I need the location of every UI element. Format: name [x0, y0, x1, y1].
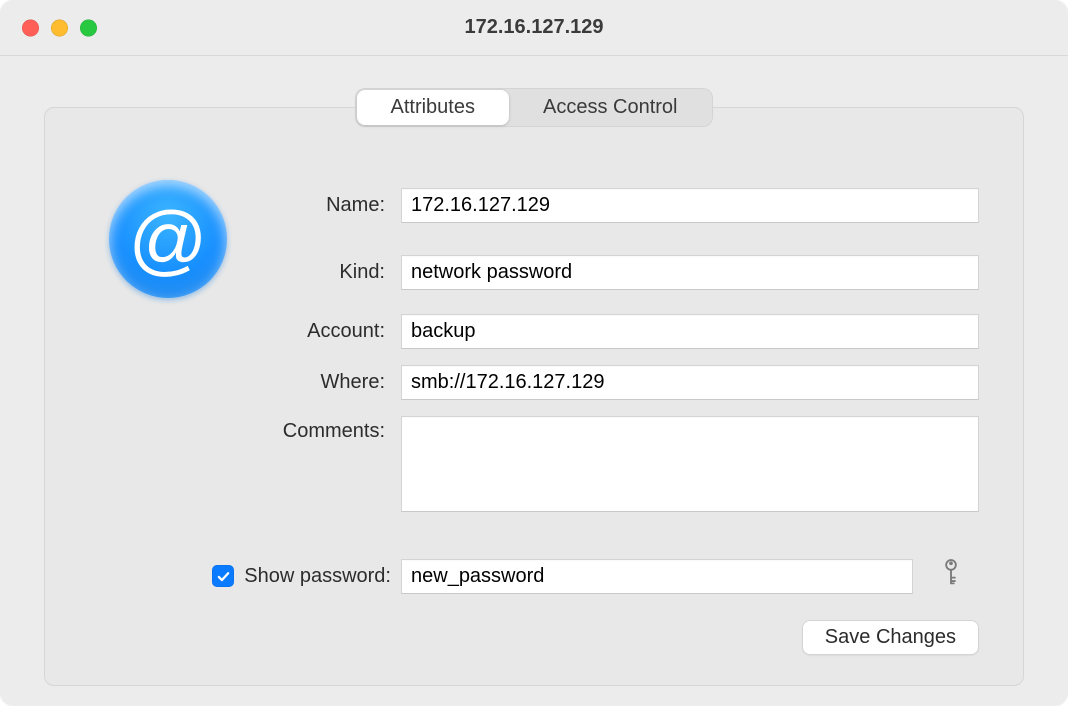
name-label: Name:: [326, 194, 385, 217]
close-window-button[interactable]: [22, 19, 39, 36]
tab-access-control[interactable]: Access Control: [509, 90, 712, 125]
account-label: Account:: [89, 320, 391, 343]
save-row: Save Changes: [89, 620, 979, 655]
where-label: Where:: [89, 371, 391, 394]
name-field[interactable]: [401, 188, 979, 223]
tab-attributes[interactable]: Attributes: [357, 90, 509, 125]
titlebar: 172.16.127.129: [0, 0, 1068, 56]
kind-field[interactable]: [401, 255, 979, 290]
form-grid: @ Name: Kind: Account:: [89, 180, 979, 594]
show-password-label: Show password:: [244, 565, 391, 588]
comments-field[interactable]: [401, 416, 979, 512]
tabbar: Attributes Access Control: [355, 88, 714, 127]
where-field[interactable]: [401, 365, 979, 400]
minimize-window-button[interactable]: [51, 19, 68, 36]
window-title: 172.16.127.129: [0, 16, 1068, 39]
tabbar-wrap: Attributes Access Control: [44, 88, 1024, 127]
zoom-window-button[interactable]: [80, 19, 97, 36]
password-field[interactable]: [401, 559, 913, 594]
keychain-item-window: 172.16.127.129 Attributes Access Control…: [0, 0, 1068, 706]
kind-label: Kind:: [339, 261, 385, 284]
save-changes-button[interactable]: Save Changes: [802, 620, 979, 655]
comments-label: Comments:: [89, 416, 391, 443]
show-password-checkbox[interactable]: [212, 565, 234, 587]
key-icon[interactable]: [938, 558, 964, 594]
content-area: Attributes Access Control @ Name: K: [0, 56, 1068, 706]
attributes-panel: @ Name: Kind: Account:: [44, 107, 1024, 686]
account-field[interactable]: [401, 314, 979, 349]
checkmark-icon: [216, 569, 231, 584]
traffic-lights: [22, 19, 97, 36]
